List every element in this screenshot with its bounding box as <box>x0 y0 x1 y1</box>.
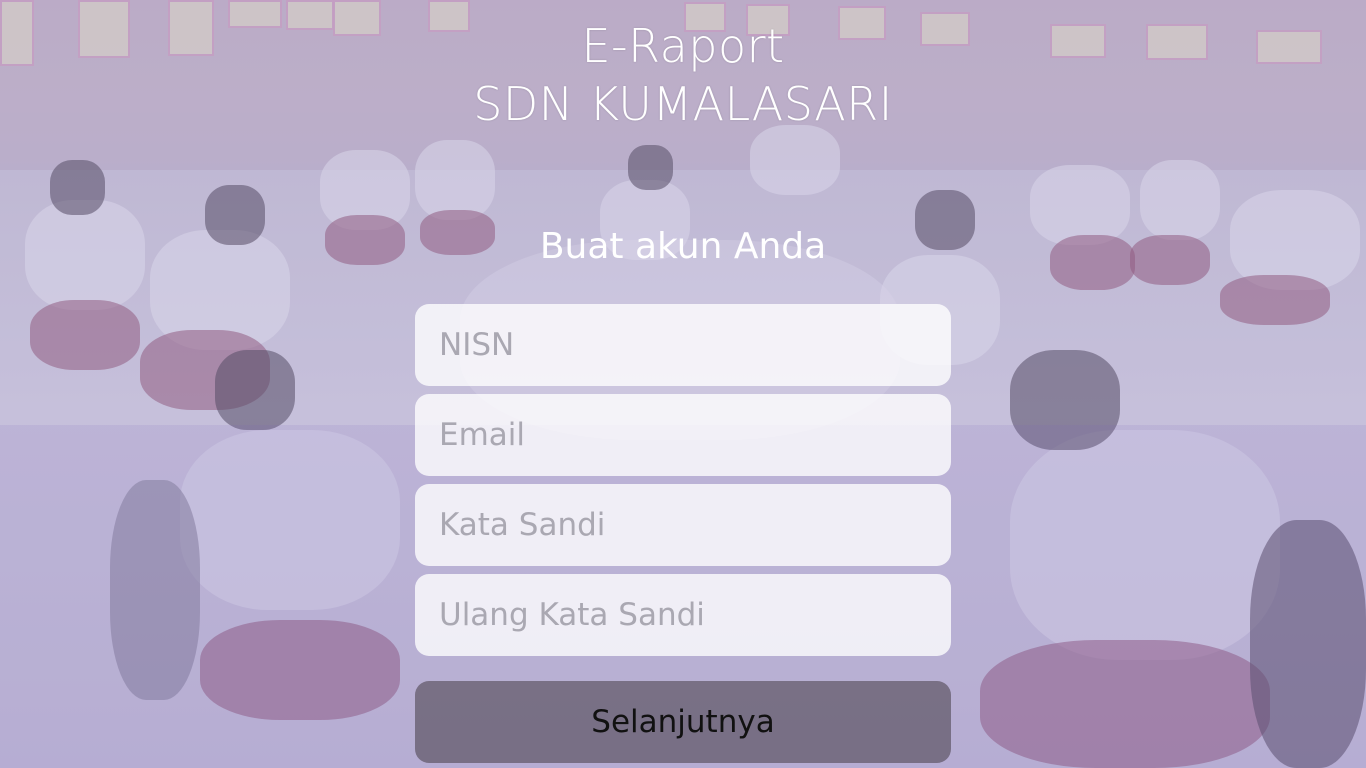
password-input[interactable] <box>415 484 951 566</box>
confirm-password-input[interactable] <box>415 574 951 656</box>
register-page: E-Raport SDN KUMALASARI Buat akun Anda S… <box>0 0 1366 768</box>
register-form <box>415 304 951 664</box>
next-button[interactable]: Selanjutnya <box>415 681 951 763</box>
app-title: E-Raport <box>581 19 785 73</box>
email-input[interactable] <box>415 394 951 476</box>
school-name: SDN KUMALASARI <box>473 77 893 131</box>
form-heading: Buat akun Anda <box>539 226 827 267</box>
nisn-input[interactable] <box>415 304 951 386</box>
